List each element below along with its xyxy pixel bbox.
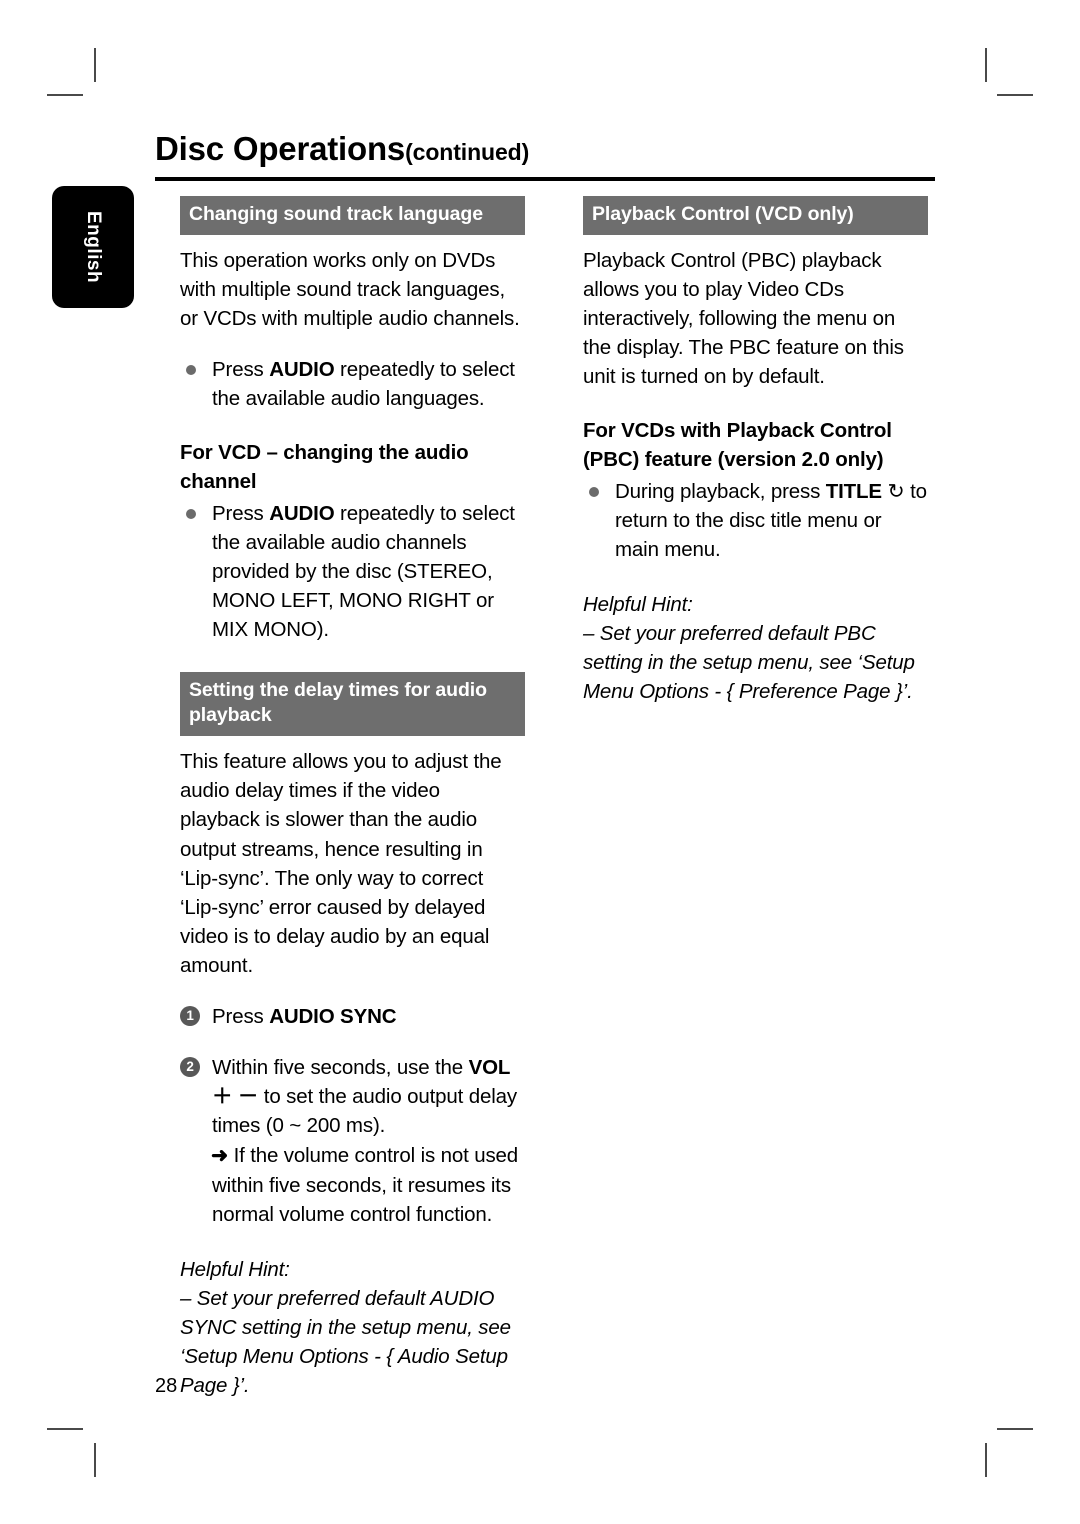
section-heading-playback-control: Playback Control (VCD only) [583, 196, 928, 235]
paragraph-playback-control-intro: Playback Control (PBC) playback allows y… [583, 248, 904, 389]
keyword-audio-sync: AUDIO SYNC [269, 1005, 397, 1029]
keyword-title: TITLE [825, 479, 882, 503]
step-text-pre: Within five seconds, use the [212, 1056, 469, 1080]
helpful-hint-title: Helpful Hint: [180, 1257, 290, 1281]
right-column: Playback Control (VCD only) Playback Con… [583, 196, 928, 706]
helpful-hint-body: – Set your preferred default AUDIO SYNC … [180, 1286, 511, 1398]
step-result-note: ➜ If the volume control is not used with… [211, 1141, 525, 1228]
bullet-dot-icon [186, 365, 196, 376]
bullet-dot-icon [186, 508, 196, 519]
helpful-hint-block: Helpful Hint: – Set your preferred defau… [180, 1255, 525, 1401]
crop-mark-top-right-vertical [985, 48, 987, 82]
crop-mark-top-left-horizontal [47, 94, 83, 96]
keyword-audio: AUDIO [269, 501, 335, 525]
step-number-badge: 1 [180, 1006, 200, 1027]
step-result-text: If the volume control is not used within… [212, 1144, 519, 1226]
language-tab-label: English [83, 210, 104, 284]
numbered-step: 2 Within five seconds, use the VOL ＋ － t… [180, 1053, 525, 1229]
crop-mark-bottom-right-horizontal [997, 1428, 1033, 1430]
return-arrow-icon: ↻ [881, 479, 905, 503]
page-number: 28 [155, 1375, 178, 1397]
helpful-hint-block: Helpful Hint: – Set your preferred defau… [583, 590, 928, 706]
keyword-vol: VOL [468, 1056, 510, 1080]
subheading-for-vcds-with-pbc: For VCDs with Playback Control (PBC) fea… [583, 418, 892, 471]
language-tab: English [52, 186, 134, 308]
paragraph-sound-track-intro: This operation works only on DVDs with m… [180, 248, 520, 331]
helpful-hint-title: Helpful Hint: [583, 593, 693, 617]
step-number-badge: 2 [180, 1057, 200, 1078]
step-text-post: to set the audio output delay times (0 ~… [212, 1085, 518, 1138]
section-heading-changing-sound-track-language: Changing sound track language [180, 196, 525, 235]
subheading-for-vcd-changing-audio-channel: For VCD – changing the audio channel [180, 440, 469, 493]
helpful-hint-body: – Set your preferred default PBC setting… [583, 622, 915, 704]
list-item: During playback, press TITLE ↻ to return… [583, 477, 928, 564]
bullet-text-pre: Press [212, 358, 270, 382]
page-title-suffix: (continued) [405, 139, 530, 165]
header-divider-rule [155, 177, 935, 181]
bullet-text-pre: Press [212, 501, 270, 525]
numbered-step: 1 Press AUDIO SYNC [180, 1002, 525, 1031]
crop-mark-bottom-left-vertical [94, 1443, 96, 1477]
step-text-pre: Press [212, 1005, 270, 1029]
page-title: Disc Operations(continued) [155, 132, 935, 165]
crop-mark-bottom-left-horizontal [47, 1428, 83, 1430]
list-item: Press AUDIO repeatedly to select the ava… [180, 499, 525, 645]
section-heading-setting-delay-times: Setting the delay times for audio playba… [180, 672, 525, 737]
page-title-main: Disc Operations [155, 130, 406, 167]
crop-mark-top-left-vertical [94, 48, 96, 82]
manual-page: English Disc Operations(continued) Chang… [0, 0, 1080, 1524]
bullet-text-pre: During playback, press [615, 479, 826, 503]
vol-plus-minus-icon: ＋ － [212, 1085, 259, 1109]
list-item: Press AUDIO repeatedly to select the ava… [180, 355, 525, 413]
paragraph-delay-times-intro: This feature allows you to adjust the au… [180, 750, 502, 977]
bullet-dot-icon [589, 486, 599, 497]
crop-mark-bottom-right-vertical [985, 1443, 987, 1477]
left-column: Changing sound track language This opera… [180, 196, 525, 1400]
keyword-audio: AUDIO [269, 358, 335, 382]
arrow-right-icon: ➜ [211, 1144, 229, 1168]
crop-mark-top-right-horizontal [997, 94, 1033, 96]
